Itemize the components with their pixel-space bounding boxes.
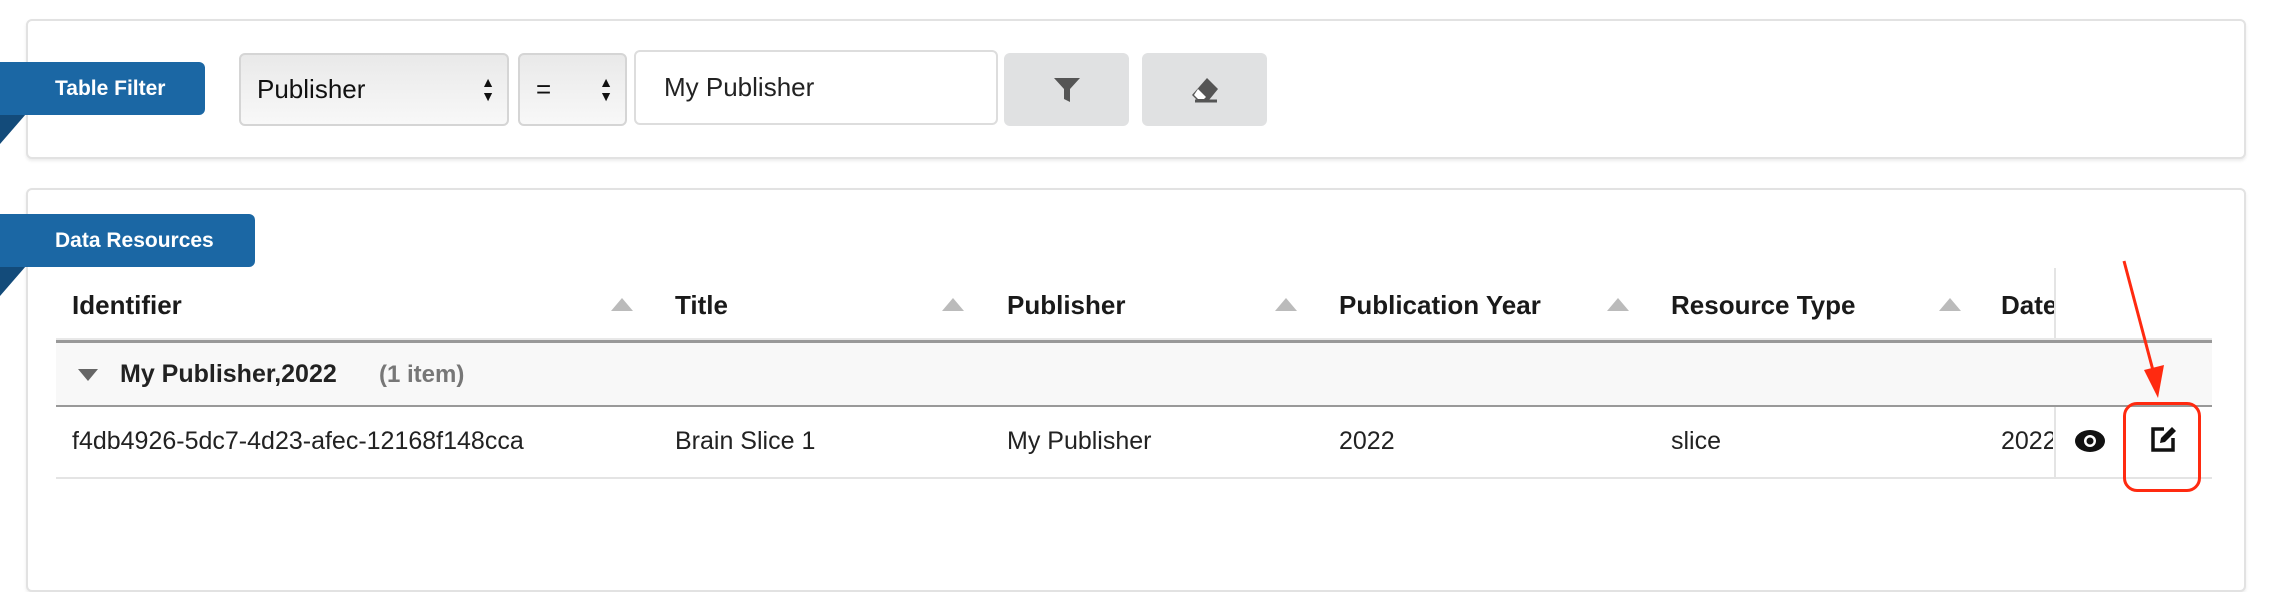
filter-icon: [1053, 77, 1080, 102]
column-header-publication-year[interactable]: Publication Year: [1339, 290, 1541, 321]
group-label: My Publisher,2022: [120, 360, 337, 388]
filter-value-text: My Publisher: [664, 72, 815, 102]
eye-icon[interactable]: [2074, 428, 2106, 454]
select-arrows-icon: ▲ ▼: [481, 74, 495, 104]
filter-value-input[interactable]: My Publisher: [634, 50, 998, 125]
column-header-identifier[interactable]: Identifier: [72, 290, 182, 321]
filter-field-value: Publisher: [257, 74, 366, 104]
collapse-triangle-icon[interactable]: [78, 369, 98, 381]
cell-type: slice: [1671, 427, 1722, 455]
column-header-title[interactable]: Title: [675, 290, 728, 321]
filter-field-select[interactable]: Publisher ▲ ▼: [239, 53, 509, 126]
sort-asc-icon[interactable]: [942, 298, 964, 311]
sort-asc-icon[interactable]: [611, 298, 633, 311]
cell-date: 2022: [2001, 427, 2053, 455]
clear-filter-button[interactable]: [1142, 53, 1267, 126]
column-header-resource-type[interactable]: Resource Type: [1671, 290, 1855, 321]
group-row[interactable]: My Publisher,2022 (1 item): [56, 343, 2212, 407]
group-count: (1 item): [379, 361, 465, 388]
sort-asc-icon[interactable]: [1607, 298, 1629, 311]
table-filter-label: Table Filter: [0, 62, 205, 115]
sort-asc-icon[interactable]: [1275, 298, 1297, 311]
apply-filter-button[interactable]: [1004, 53, 1129, 126]
data-resources-label: Data Resources: [0, 214, 255, 267]
sort-asc-icon[interactable]: [1939, 298, 1961, 311]
data-resources-label-text: Data Resources: [55, 228, 214, 252]
cell-year: 2022: [1339, 427, 1395, 455]
ribbon-tail: [0, 114, 26, 144]
filter-operator-select[interactable]: = ▲ ▼: [518, 53, 627, 126]
column-header-publisher[interactable]: Publisher: [1007, 290, 1125, 321]
column-header-date[interactable]: Date: [2001, 290, 2054, 321]
annotation-highlight-box: [2123, 402, 2201, 492]
cell-title: Brain Slice 1: [675, 427, 816, 455]
ribbon-tail: [0, 266, 26, 296]
cell-publisher: My Publisher: [1007, 427, 1152, 455]
filter-operator-value: =: [536, 74, 552, 104]
eraser-icon: [1191, 77, 1218, 102]
table-filter-label-text: Table Filter: [55, 76, 166, 100]
cell-identifier: f4db4926-5dc7-4d23-afec-12168f148cca: [72, 427, 524, 455]
column-divider: [2054, 268, 2056, 342]
select-arrows-icon: ▲ ▼: [599, 74, 613, 104]
